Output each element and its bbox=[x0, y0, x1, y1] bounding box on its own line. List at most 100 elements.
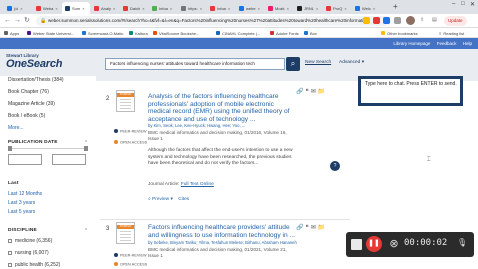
browser-tab[interactable]: (ci × bbox=[4, 2, 32, 14]
facet-nursing[interactable]: nursing (6,007) bbox=[8, 250, 49, 256]
extension-icon[interactable] bbox=[373, 17, 380, 24]
chat-input[interactable]: Type here to chat. Press ENTER to send. bbox=[365, 81, 461, 87]
minimize-icon[interactable]: – bbox=[452, 1, 455, 7]
sidebar-icon[interactable]: ▤ bbox=[432, 16, 437, 25]
browser-tab[interactable]: ProQ × bbox=[323, 2, 351, 14]
last-5-years-link[interactable]: Last 5 years bbox=[8, 209, 35, 215]
profile-avatar[interactable] bbox=[406, 16, 415, 25]
facet-medicine[interactable]: medicine (6,356) bbox=[8, 238, 52, 244]
tab-close-icon[interactable]: × bbox=[170, 6, 172, 11]
library-logo[interactable]: Stewart Library OneSearch bbox=[6, 53, 62, 70]
last-3-years-link[interactable]: Last 3 years bbox=[8, 200, 35, 206]
result-title[interactable]: Factors influencing healthcare providers… bbox=[148, 224, 298, 239]
browser-tab[interactable]: Sum × bbox=[62, 2, 90, 14]
full-text-link[interactable]: Full Text Online bbox=[181, 182, 214, 187]
tab-close-icon[interactable]: × bbox=[228, 6, 230, 11]
browser-tab[interactable]: Infoa × bbox=[207, 2, 235, 14]
close-window-icon[interactable]: ✕ bbox=[470, 1, 475, 8]
tab-close-icon[interactable]: × bbox=[200, 6, 202, 11]
star-icon[interactable] bbox=[363, 17, 370, 24]
stop-icon[interactable] bbox=[351, 239, 362, 250]
date-slider-handle-right[interactable] bbox=[84, 146, 88, 151]
result-authors[interactable]: by Sebeke, Binyam Tariku; Yilma, Tesfahu… bbox=[148, 240, 298, 245]
email-icon[interactable]: ✉ bbox=[311, 225, 318, 231]
library-homepage-link[interactable]: Library Homepage bbox=[393, 41, 430, 46]
advanced-search-link[interactable]: Advanced ▾ bbox=[339, 60, 364, 65]
date-slider-handle-left[interactable] bbox=[8, 146, 12, 151]
bookmark-item[interactable]: Apps bbox=[4, 28, 19, 38]
chat-widget[interactable]: Type here to chat. Press ENTER to send. bbox=[358, 76, 463, 106]
maximize-icon[interactable]: □ bbox=[461, 1, 465, 7]
tab-close-icon[interactable]: × bbox=[82, 6, 84, 11]
reading-list[interactable]: ≡ Reading list bbox=[439, 28, 464, 38]
browser-tab[interactable]: Analy × bbox=[91, 2, 119, 14]
feedback-link[interactable]: Feedback bbox=[437, 41, 457, 46]
journal-thumbnail[interactable]: JOURNAL bbox=[116, 90, 135, 112]
preview-button[interactable]: ⌕ Preview ▾ bbox=[148, 197, 173, 202]
reload-icon[interactable]: ↻ bbox=[24, 16, 30, 25]
result-authors[interactable]: by Kim, Seok; Lee, Kee-Hyuck; Hwang, Hee… bbox=[148, 123, 298, 128]
puzzle-icon[interactable] bbox=[394, 17, 401, 24]
result-title[interactable]: Analysis of the factors influencing heal… bbox=[148, 93, 298, 123]
cites-button[interactable]: Cites bbox=[178, 197, 189, 202]
more-content-types-link[interactable]: More... bbox=[8, 125, 24, 131]
extension-icon[interactable] bbox=[383, 17, 390, 24]
bookmark-item[interactable]: Weber State Universi... bbox=[27, 28, 74, 38]
facet-magazine[interactable]: Magazine Article (39) bbox=[8, 101, 55, 107]
pause-icon[interactable]: ❚❚ bbox=[366, 236, 382, 252]
date-from-input[interactable] bbox=[8, 154, 42, 165]
bookmark-item[interactable]: Screencast-O-Matic bbox=[82, 28, 123, 38]
browser-tab[interactable]: Mozk × bbox=[265, 2, 293, 14]
search-button[interactable]: ⌕ bbox=[286, 57, 300, 71]
checkbox[interactable] bbox=[8, 250, 12, 255]
bookmark-item[interactable]: CINAHL Complete |... bbox=[216, 28, 260, 38]
forward-icon[interactable]: → bbox=[14, 16, 21, 25]
facet-book[interactable]: Book / eBook (5) bbox=[8, 113, 45, 119]
browser-tab[interactable]: Daich × bbox=[120, 2, 148, 14]
help-icon[interactable]: ? bbox=[330, 161, 340, 171]
browser-tab[interactable]: https: × bbox=[178, 2, 206, 14]
last-12-months-link[interactable]: Last 12 Months bbox=[8, 191, 42, 197]
new-tab-button[interactable]: + bbox=[393, 2, 398, 12]
tab-close-icon[interactable]: × bbox=[344, 6, 346, 11]
tab-close-icon[interactable]: × bbox=[113, 6, 115, 11]
browser-tab[interactable]: Infoa × bbox=[149, 2, 177, 14]
browser-tab[interactable]: Weba × bbox=[33, 2, 61, 14]
bookmark-item[interactable]: Adobe Fonts bbox=[270, 28, 299, 38]
bookmark-item[interactable]: VitalSource Bookshe... bbox=[153, 28, 199, 38]
tab-close-icon[interactable]: × bbox=[287, 6, 289, 11]
checkbox[interactable] bbox=[8, 238, 12, 243]
email-icon[interactable]: ✉ bbox=[311, 89, 318, 95]
cancel-icon[interactable]: ⊗ bbox=[386, 236, 402, 252]
facet-public-health[interactable]: public health (6,252) bbox=[8, 262, 60, 268]
help-link[interactable]: Help bbox=[463, 41, 472, 46]
folder-add-icon[interactable]: 📁 bbox=[318, 225, 327, 231]
tab-close-icon[interactable]: × bbox=[142, 6, 144, 11]
tab-close-icon[interactable]: × bbox=[316, 6, 318, 11]
tab-close-icon[interactable]: × bbox=[20, 6, 22, 11]
facet-book-chapter[interactable]: Book Chapter (76) bbox=[8, 89, 49, 95]
bookmark-item[interactable]: Box bbox=[304, 28, 317, 38]
search-input[interactable]: Factors influencing nurses' attitudes to… bbox=[105, 58, 285, 70]
folder-add-icon[interactable]: 📁 bbox=[318, 89, 327, 95]
share-icon[interactable]: ⇪ bbox=[420, 16, 424, 25]
tab-close-icon[interactable]: × bbox=[373, 6, 375, 11]
url-field[interactable]: 🔒 weber.summon.serialssolutions.com/#!/s… bbox=[36, 16, 391, 26]
back-icon[interactable]: ← bbox=[4, 16, 11, 25]
facet-dissertation[interactable]: Dissertation/Thesis (384) bbox=[8, 77, 64, 83]
tab-close-icon[interactable]: × bbox=[55, 6, 57, 11]
date-to-input[interactable] bbox=[52, 154, 86, 165]
browser-tab[interactable]: webe × bbox=[236, 2, 264, 14]
checkbox[interactable] bbox=[8, 262, 12, 267]
collapse-icon[interactable]: ⌃ bbox=[84, 228, 88, 234]
update-button[interactable]: Update bbox=[444, 16, 467, 26]
bookmark-item[interactable]: Kaltura bbox=[129, 28, 148, 38]
journal-thumbnail[interactable]: JOURNAL bbox=[116, 222, 135, 244]
microphone-icon[interactable]: 🎙 bbox=[457, 238, 467, 247]
browser-tab[interactable]: Welc × bbox=[352, 2, 380, 14]
browser-tab[interactable]: JRNL × bbox=[294, 2, 322, 14]
date-slider-track[interactable] bbox=[8, 148, 88, 149]
other-bookmarks[interactable]: Other bookmarks bbox=[381, 28, 418, 38]
new-search-link[interactable]: New Search bbox=[305, 60, 331, 65]
tab-close-icon[interactable]: × bbox=[258, 6, 260, 11]
